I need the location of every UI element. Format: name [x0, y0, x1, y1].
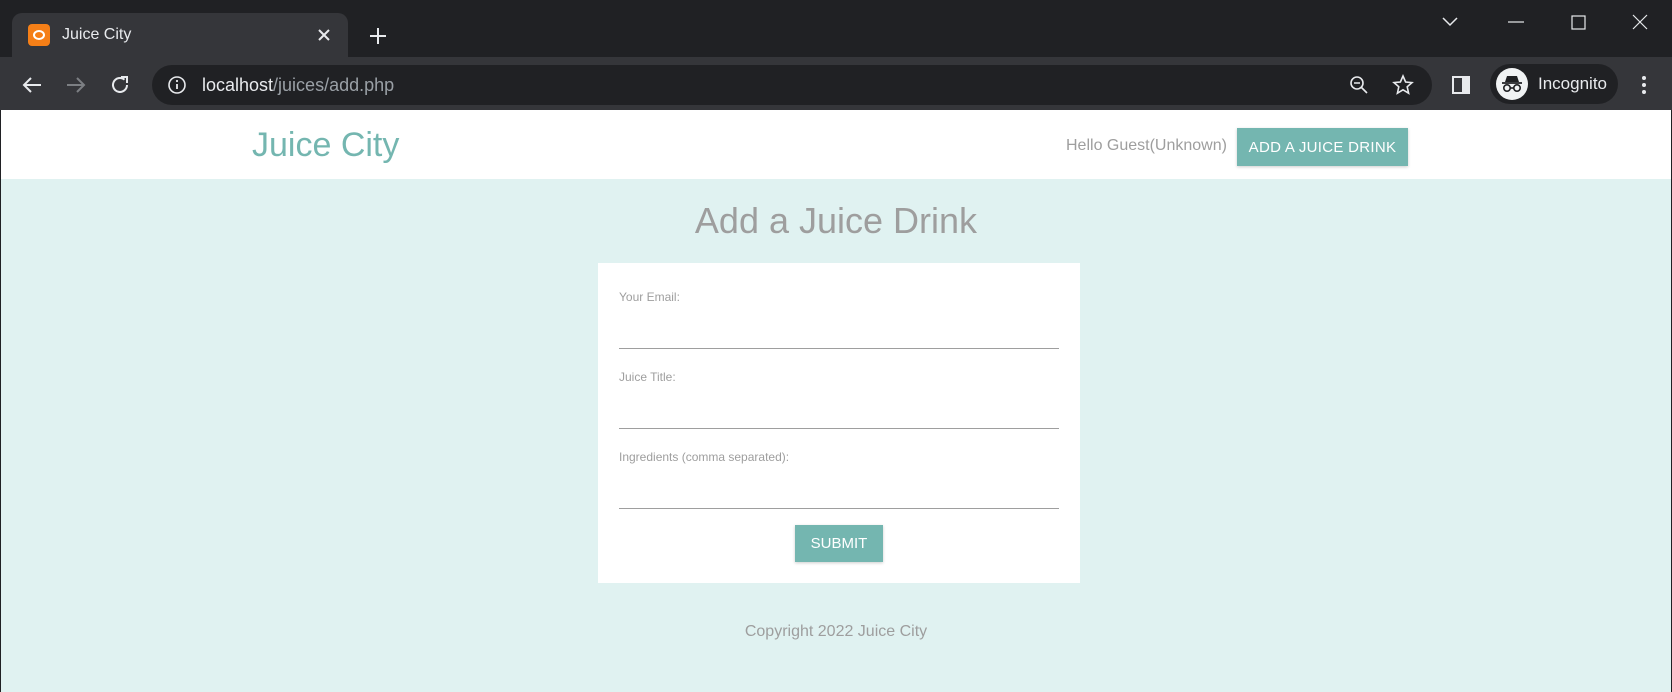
xampp-favicon-icon [28, 24, 50, 46]
tab-title: Juice City [62, 26, 132, 43]
user-greeting: Hello Guest(Unknown) [1066, 137, 1227, 154]
side-panel-icon[interactable] [1443, 67, 1479, 103]
footer-copyright: Copyright 2022 Juice City [744, 623, 928, 640]
page-viewport: Juice City Hello Guest(Unknown) ADD A JU… [0, 110, 1672, 692]
email-input-underline [619, 348, 1059, 349]
juice-title-label: Juice Title: [619, 370, 676, 384]
submit-button[interactable]: SUBMIT [795, 525, 883, 562]
email-label: Your Email: [619, 290, 680, 304]
email-input[interactable] [619, 318, 1059, 346]
incognito-profile-button[interactable]: Incognito [1490, 64, 1618, 104]
new-tab-icon[interactable] [362, 20, 394, 52]
site-brand-link[interactable]: Juice City [252, 126, 399, 165]
site-info-icon[interactable] [166, 74, 188, 96]
juice-title-input[interactable] [619, 398, 1059, 426]
close-window-icon[interactable] [1612, 4, 1668, 40]
tab-search-chevron-icon[interactable] [1422, 4, 1478, 40]
close-tab-icon[interactable] [312, 23, 336, 47]
ingredients-field-group: Ingredients (comma separated): [619, 450, 1059, 509]
reload-icon[interactable] [102, 67, 138, 103]
juice-title-underline [619, 428, 1059, 429]
forward-arrow-icon[interactable] [58, 67, 94, 103]
maximize-icon[interactable] [1550, 4, 1606, 40]
url-text[interactable]: localhost/juices/add.php [202, 75, 1330, 96]
site-header: Juice City Hello Guest(Unknown) ADD A JU… [1, 110, 1671, 179]
add-juice-form: Your Email: Juice Title: Ingredients (co… [598, 263, 1080, 583]
minimize-icon[interactable] [1488, 4, 1544, 40]
page-title: Add a Juice Drink [694, 200, 978, 241]
profile-label: Incognito [1538, 74, 1607, 93]
title-field-group: Juice Title: [619, 370, 1059, 429]
browser-toolbar: localhost/juices/add.php Incognito [0, 57, 1672, 110]
back-arrow-icon[interactable] [14, 67, 50, 103]
email-field-group: Your Email: [619, 290, 1059, 349]
ingredients-underline [619, 508, 1059, 509]
ingredients-label: Ingredients (comma separated): [619, 450, 790, 464]
browser-menu-icon[interactable] [1626, 67, 1662, 103]
browser-tab[interactable]: Juice City [12, 13, 348, 57]
add-juice-drink-button[interactable]: ADD A JUICE DRINK [1237, 128, 1408, 166]
incognito-icon [1496, 68, 1528, 100]
address-bar[interactable]: localhost/juices/add.php [152, 65, 1432, 105]
browser-titlebar: Juice City [0, 0, 1672, 57]
bookmark-star-icon[interactable] [1388, 70, 1418, 100]
zoom-out-icon[interactable] [1344, 70, 1374, 100]
ingredients-input[interactable] [619, 478, 1059, 506]
